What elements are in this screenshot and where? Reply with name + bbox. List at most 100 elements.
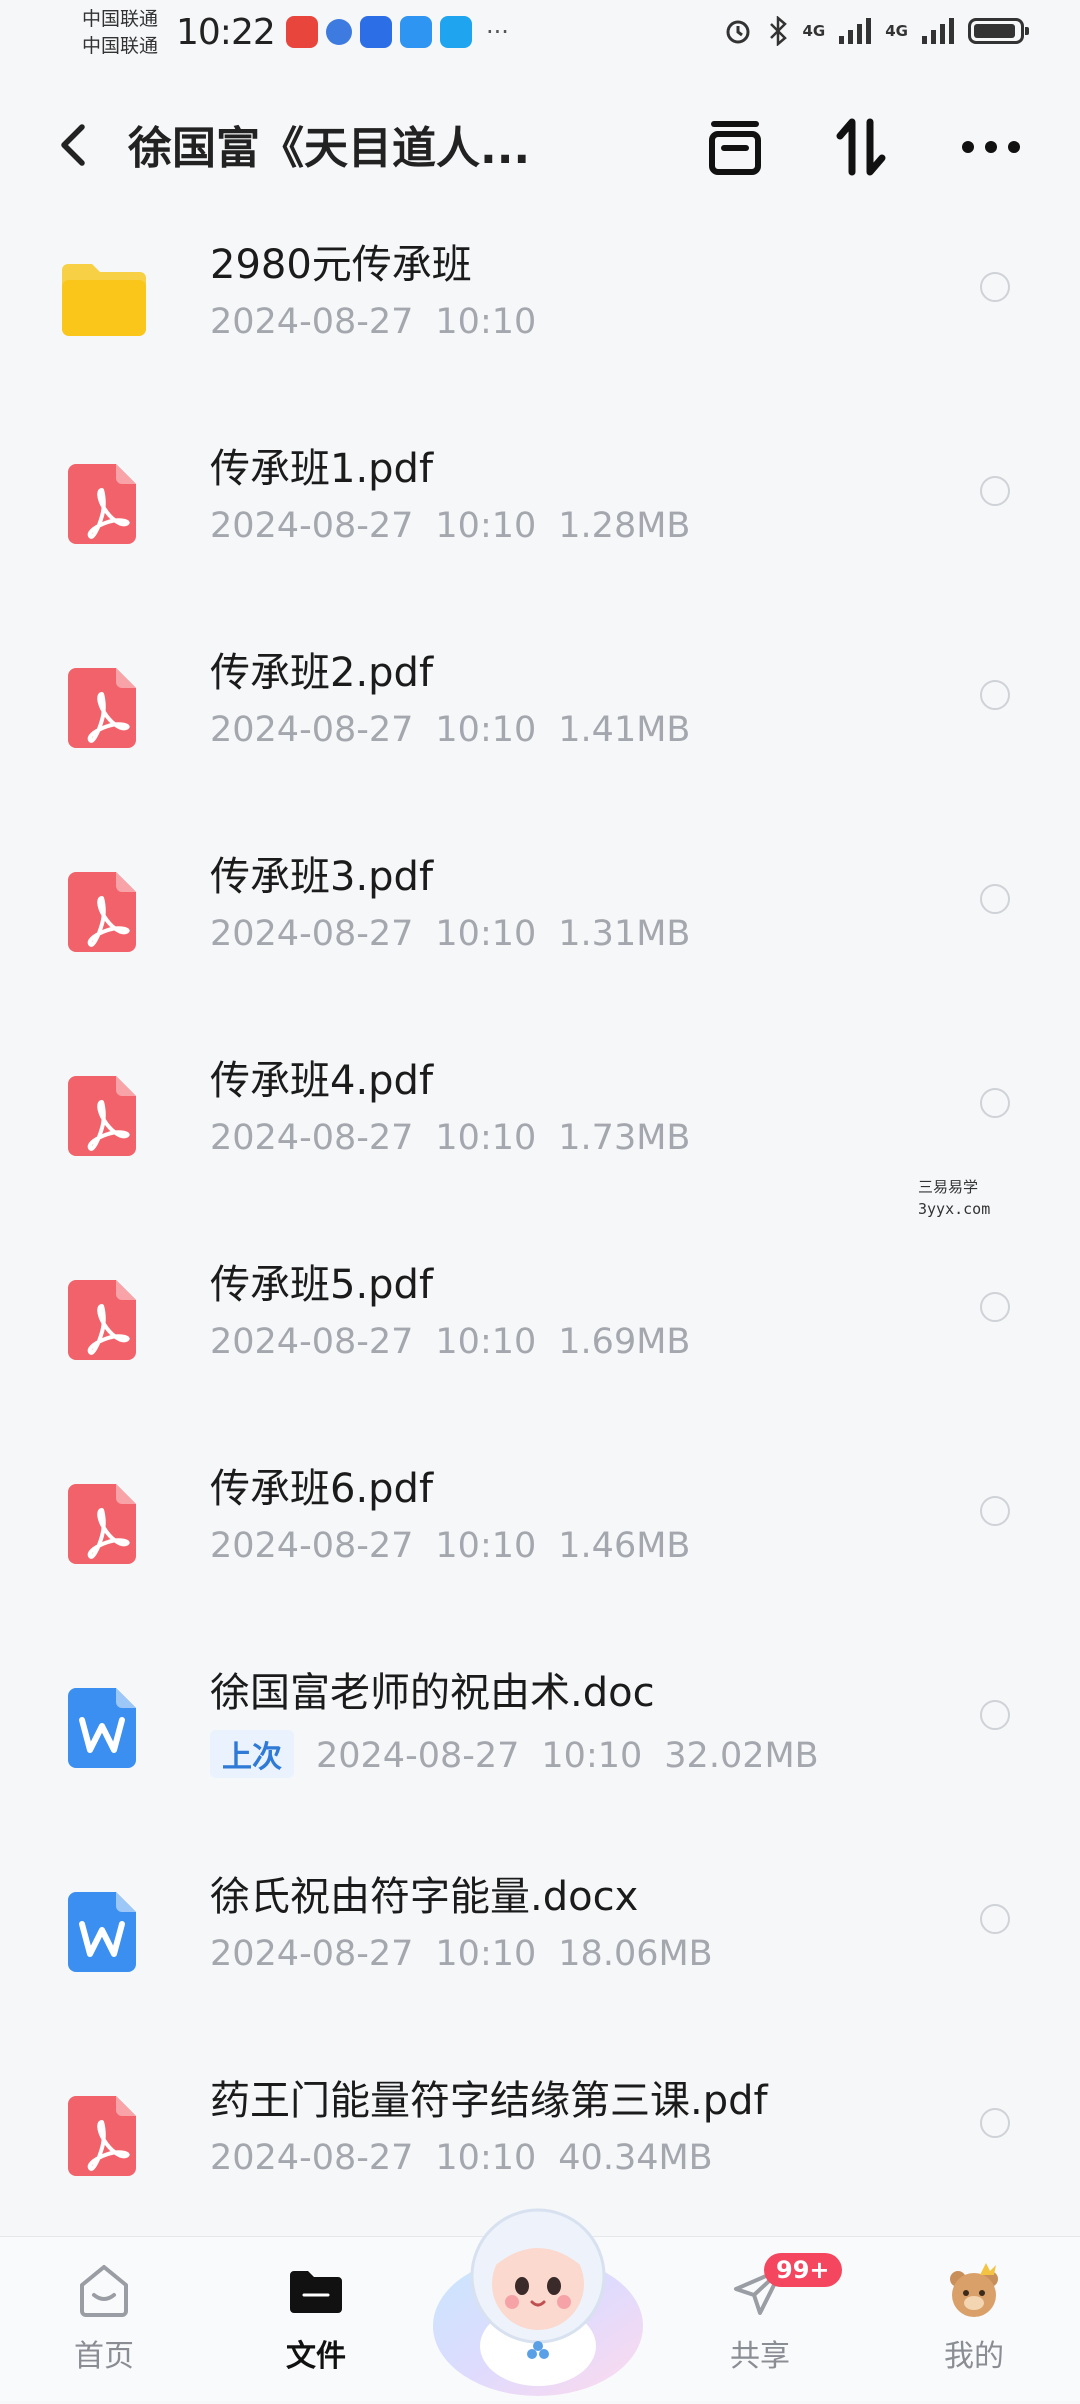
folder-icon	[62, 264, 146, 336]
file-meta: 上次 2024-08-27 10:10 32.02MB	[210, 1730, 841, 1778]
file-size: 1.31MB	[558, 914, 691, 954]
file-time: 10:10	[435, 914, 537, 954]
more-notifications-icon: ···	[486, 18, 509, 46]
signal-icon-2	[922, 18, 954, 44]
file-row[interactable]: 2980元传承班 2024-08-27 10:10	[0, 220, 1080, 424]
select-checkbox[interactable]	[980, 476, 1010, 506]
pdf-file-icon	[68, 872, 136, 952]
status-bar: 中国联通 中国联通 10:22 ··· 4G 4G	[0, 0, 1080, 72]
battery-icon	[968, 18, 1029, 44]
folder-icon-wrapper	[60, 256, 148, 344]
more-options-button[interactable]	[956, 112, 1026, 182]
alarm-icon	[726, 20, 749, 44]
mascot-assistant-button[interactable]	[428, 2176, 648, 2400]
carrier-2: 中国联通	[82, 35, 159, 57]
file-name: 药王门能量符字结缘第三课.pdf	[210, 2078, 768, 2124]
system-indicators: 4G 4G	[723, 16, 1029, 46]
last-opened-tag: 上次	[210, 1730, 294, 1778]
bluetooth-icon	[769, 16, 787, 46]
file-row[interactable]: 传承班2.pdf 2024-08-27 10:10 1.41MB	[0, 628, 1080, 832]
pdf-icon-wrapper	[60, 664, 148, 752]
file-row[interactable]: 徐国富老师的祝由术.doc 上次 2024-08-27 10:10 32.02MB	[0, 1648, 1080, 1852]
file-time: 10:10	[435, 1934, 537, 1974]
notification-weather-icon	[400, 16, 432, 48]
file-row[interactable]: 传承班6.pdf 2024-08-27 10:10 1.46MB	[0, 1444, 1080, 1648]
select-checkbox[interactable]	[980, 1496, 1010, 1526]
file-date: 2024-08-27	[210, 1934, 414, 1974]
select-mode-button[interactable]	[700, 112, 770, 182]
file-meta: 2024-08-27 10:10 1.46MB	[210, 1526, 712, 1566]
watermark: 三易易学 3yyx.com	[918, 1176, 990, 1220]
file-row[interactable]: 传承班1.pdf 2024-08-27 10:10 1.28MB	[0, 424, 1080, 628]
file-time: 10:10	[435, 1118, 537, 1158]
carrier-labels: 中国联通 中国联通	[82, 6, 158, 60]
pdf-file-icon	[68, 1280, 136, 1360]
chevron-left-icon	[61, 124, 85, 166]
file-size: 1.46MB	[558, 1526, 691, 1566]
page-title: 徐国富《天目道人...	[128, 123, 531, 174]
select-checkbox[interactable]	[980, 1904, 1010, 1934]
file-date: 2024-08-27	[210, 1118, 414, 1158]
select-checkbox[interactable]	[980, 272, 1010, 302]
file-meta: 2024-08-27 10:10 1.73MB	[210, 1118, 712, 1158]
select-checkbox[interactable]	[980, 1292, 1010, 1322]
file-name: 传承班2.pdf	[210, 650, 434, 696]
signal-icon-1	[839, 18, 872, 44]
home-icon	[80, 2265, 128, 2317]
file-date: 2024-08-27	[210, 710, 414, 750]
file-meta: 2024-08-27 10:10 1.31MB	[210, 914, 712, 954]
file-meta: 2024-08-27 10:10	[210, 302, 558, 342]
file-row[interactable]: 传承班3.pdf 2024-08-27 10:10 1.31MB	[0, 832, 1080, 1036]
nav-mine-label: 我的	[944, 2339, 1004, 2374]
word-file-icon	[68, 1688, 136, 1768]
pdf-file-icon	[68, 1484, 136, 1564]
pdf-icon-wrapper	[60, 1480, 148, 1568]
file-row[interactable]: 传承班5.pdf 2024-08-27 10:10 1.69MB	[0, 1240, 1080, 1444]
nav-files[interactable]: 文件	[256, 2259, 376, 2375]
file-date: 2024-08-27	[210, 506, 414, 546]
notification-icons: ···	[286, 16, 509, 48]
watermark-line2: 3yyx.com	[918, 1200, 991, 1218]
word-icon-wrapper	[60, 1888, 148, 1976]
select-checkbox[interactable]	[980, 2108, 1010, 2138]
back-button[interactable]	[48, 115, 98, 175]
select-checkbox[interactable]	[980, 1700, 1010, 1730]
file-name: 传承班5.pdf	[210, 1262, 434, 1308]
file-name: 传承班3.pdf	[210, 854, 434, 900]
select-checkbox[interactable]	[980, 884, 1010, 914]
file-date: 2024-08-27	[210, 1322, 414, 1362]
nav-files-label: 文件	[286, 2339, 346, 2374]
pdf-icon-wrapper	[60, 460, 148, 548]
carrier-1: 中国联通	[82, 8, 159, 30]
bear-avatar-icon	[950, 2263, 998, 2317]
folder-icon	[290, 2271, 342, 2313]
file-time: 10:10	[435, 302, 537, 342]
pdf-icon-wrapper	[60, 2092, 148, 2180]
file-row[interactable]: 徐氏祝由符字能量.docx 2024-08-27 10:10 18.06MB	[0, 1852, 1080, 2056]
share-count-badge: 99+	[764, 2253, 842, 2287]
pdf-file-icon	[68, 464, 136, 544]
status-time: 10:22	[176, 12, 276, 53]
file-time: 10:10	[435, 506, 537, 546]
pdf-file-icon	[68, 668, 136, 748]
sort-button[interactable]	[826, 112, 896, 182]
file-meta: 2024-08-27 10:10 1.28MB	[210, 506, 712, 546]
watermark-line1: 三易易学	[918, 1178, 979, 1196]
nav-share[interactable]: 99+ 共享	[700, 2253, 842, 2375]
select-checkbox[interactable]	[980, 1088, 1010, 1118]
pdf-icon-wrapper	[60, 868, 148, 956]
file-date: 2024-08-27	[210, 914, 414, 954]
nav-home[interactable]: 首页	[44, 2259, 164, 2375]
file-date: 2024-08-27	[210, 1526, 414, 1566]
file-meta: 2024-08-27 10:10 1.69MB	[210, 1322, 712, 1362]
pdf-icon-wrapper	[60, 1072, 148, 1160]
nav-mine[interactable]: 我的	[914, 2259, 1034, 2375]
pdf-icon-wrapper	[60, 1276, 148, 1364]
file-time: 10:10	[435, 1322, 537, 1362]
file-meta: 2024-08-27 10:10 40.34MB	[210, 2138, 735, 2178]
top-app-bar: 徐国富《天目道人...	[0, 90, 1080, 200]
file-name: 徐氏祝由符字能量.docx	[210, 1874, 639, 1920]
select-checkbox[interactable]	[980, 680, 1010, 710]
file-name: 传承班1.pdf	[210, 446, 434, 492]
sort-arrows-icon	[836, 118, 886, 176]
